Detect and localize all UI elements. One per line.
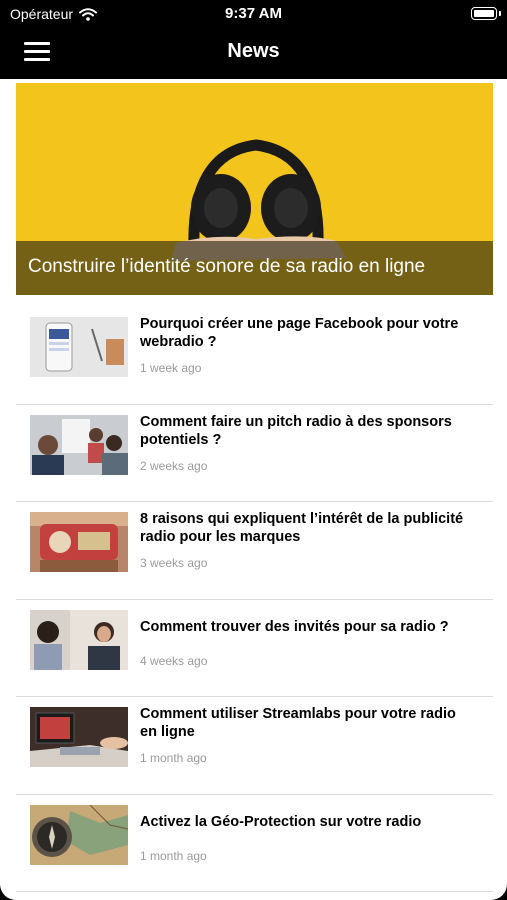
- battery-icon: [471, 7, 501, 20]
- article-row[interactable]: Activez la Géo-Protection sur votre radi…: [16, 795, 493, 892]
- hero-title: Construire l’identité sonore de sa radio…: [28, 256, 426, 277]
- article-date: 2 weeks ago: [140, 458, 208, 473]
- article-date: 1 month ago: [140, 848, 207, 863]
- article-row[interactable]: Comment trouver des invités pour sa radi…: [16, 600, 493, 697]
- hero-caption: Construire l’identité sonore de sa radio…: [16, 241, 493, 295]
- article-thumbnail: [30, 414, 128, 475]
- article-thumbnail: [30, 317, 128, 377]
- featured-article[interactable]: Construire l’identité sonore de sa radio…: [16, 83, 493, 295]
- article-row[interactable]: Pourquoi créer une page Facebook pour vo…: [16, 307, 493, 405]
- article-thumbnail: [30, 707, 128, 767]
- app-screen: Opérateur 9:37 AM News Construire l’iden…: [0, 0, 507, 900]
- article-title: Activez la Géo-Protection sur votre radi…: [140, 813, 422, 830]
- article-row[interactable]: Comment faire un pitch radio à des spons…: [16, 405, 493, 502]
- article-row[interactable]: Comment utiliser Streamlabs pour votre r…: [16, 697, 493, 795]
- article-list: Pourquoi créer une page Facebook pour vo…: [16, 307, 493, 892]
- status-time: 9:37 AM: [225, 5, 282, 22]
- article-title: Comment faire un pitch radio à des spons…: [140, 413, 452, 448]
- navigation-bar: News: [0, 28, 507, 78]
- article-title: 8 raisons qui expliquent l’intérêt de la…: [140, 511, 464, 545]
- article-thumbnail: [30, 609, 128, 670]
- status-bar: Opérateur 9:37 AM: [0, 0, 507, 28]
- article-row[interactable]: 8 raisons qui expliquent l’intérêt de la…: [16, 502, 493, 600]
- article-date: 1 week ago: [140, 361, 202, 375]
- page-title: News: [227, 40, 280, 62]
- article-title: Comment trouver des invités pour sa radi…: [140, 618, 449, 635]
- article-date: 3 weeks ago: [140, 556, 208, 570]
- article-title: Comment utiliser Streamlabs pour votre r…: [140, 706, 456, 740]
- article-date: 4 weeks ago: [140, 653, 208, 668]
- article-thumbnail: [30, 804, 128, 865]
- article-date: 1 month ago: [140, 751, 207, 765]
- article-thumbnail: [30, 512, 128, 572]
- news-feed: Construire l’identité sonore de sa radio…: [0, 79, 507, 900]
- article-title: Pourquoi créer une page Facebook pour vo…: [140, 316, 459, 350]
